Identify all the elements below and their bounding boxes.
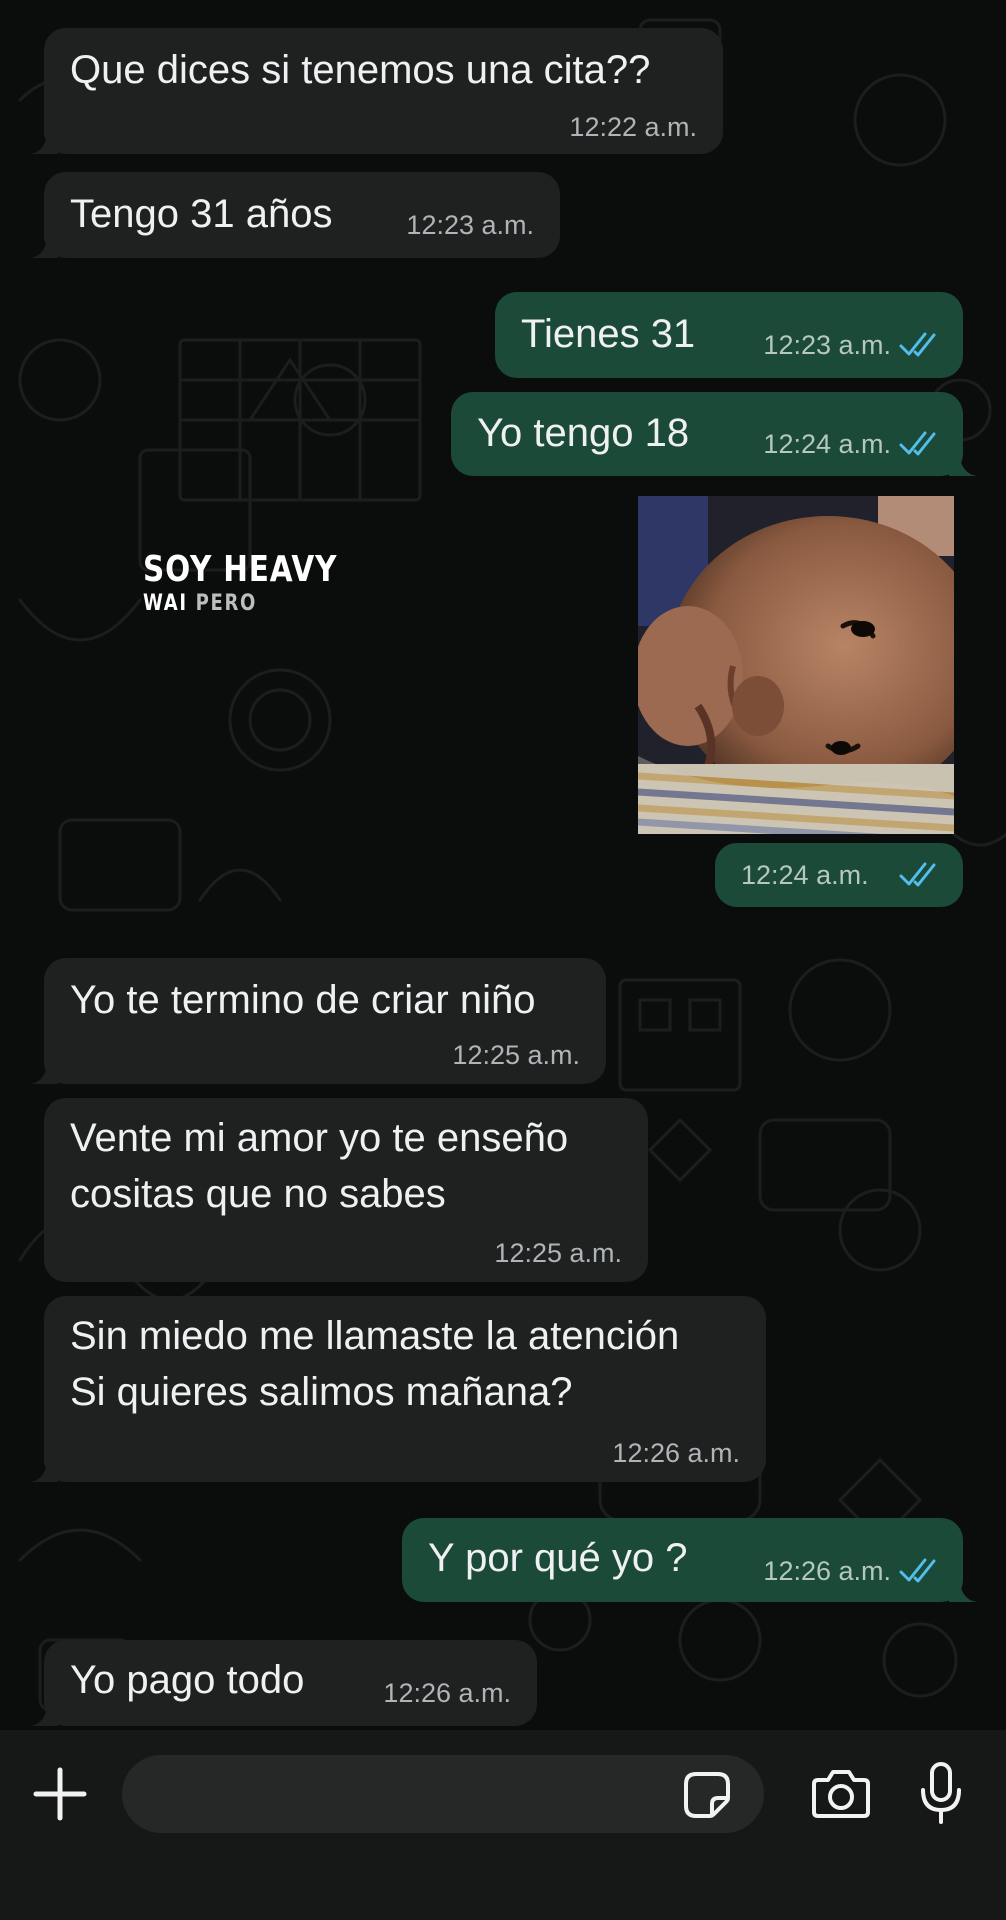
message-time: 12:26 a.m. — [383, 1678, 511, 1708]
message-bubble-outgoing[interactable]: Y por qué yo ? 12:26 a.m. — [402, 1518, 977, 1602]
message-bubble-outgoing[interactable]: Tienes 31 12:23 a.m. — [495, 292, 963, 378]
sticker-icon[interactable] — [682, 1770, 732, 1820]
plus-icon[interactable] — [30, 1764, 90, 1824]
message-time: 12:24 a.m. — [763, 429, 891, 459]
message-bubble-incoming[interactable]: Tengo 31 años 12:23 a.m. — [30, 172, 560, 258]
message-bubble-incoming[interactable]: Que dices si tenemos una cita?? 12:22 a.… — [30, 28, 723, 154]
message-text-line-1: Sin miedo me llamaste la atención — [70, 1314, 680, 1358]
double-check-icon — [899, 332, 936, 357]
message-time: 12:22 a.m. — [569, 112, 697, 142]
double-check-icon — [899, 1558, 936, 1583]
message-time: 12:23 a.m. — [406, 210, 534, 240]
message-time: 12:26 a.m. — [763, 1556, 891, 1586]
photo-image — [638, 496, 954, 834]
message-bubble-incoming[interactable]: Yo pago todo 12:26 a.m. — [30, 1640, 537, 1726]
message-text: Tienes 31 — [521, 312, 696, 356]
message-time: 12:23 a.m. — [763, 330, 891, 360]
double-check-icon — [899, 862, 936, 887]
bubble-tail — [30, 1702, 58, 1726]
bubble-tail — [30, 130, 58, 154]
message-text: Yo te termino de criar niño — [70, 978, 536, 1022]
message-text-line-2: Si quieres salimos mañana? — [70, 1370, 573, 1414]
bubble-tail — [30, 1458, 58, 1482]
message-text: Que dices si tenemos una cita?? — [70, 48, 651, 92]
shared-photo[interactable] — [638, 496, 954, 834]
camera-icon[interactable] — [810, 1766, 872, 1822]
microphone-icon[interactable] — [918, 1760, 964, 1826]
message-time: 12:26 a.m. — [612, 1438, 740, 1468]
message-text-line-2: cositas que no sabes — [70, 1172, 446, 1216]
message-bubble-outgoing[interactable]: Yo tengo 18 12:24 a.m. — [451, 392, 977, 476]
message-text: Y por qué yo ? — [428, 1536, 688, 1580]
watermark-title: SOY HEAVY — [143, 549, 338, 590]
message-bubble-incoming[interactable]: Yo te termino de criar niño 12:25 a.m. — [30, 958, 606, 1084]
watermark-logo: SOY HEAVY WAI PERO — [143, 550, 380, 618]
message-bubble-incoming[interactable]: Sin miedo me llamaste la atención Si qui… — [30, 1296, 766, 1482]
bubble-tail — [949, 452, 977, 476]
bubble-tail — [949, 1578, 977, 1602]
message-bubble-incoming[interactable]: Vente mi amor yo te enseño cositas que n… — [44, 1098, 648, 1282]
message-text: Tengo 31 años — [70, 192, 333, 236]
message-text: Yo pago todo — [70, 1658, 305, 1702]
message-text-line-1: Vente mi amor yo te enseño — [70, 1116, 569, 1160]
bubble-tail — [30, 234, 58, 258]
photo-caption-bubble[interactable]: 12:24 a.m. — [715, 843, 963, 907]
watermark-subtitle: WAI PERO — [143, 591, 257, 616]
message-text: Yo tengo 18 — [477, 411, 690, 455]
double-check-icon — [899, 431, 936, 456]
message-time: 12:24 a.m. — [741, 860, 869, 890]
message-time: 12:25 a.m. — [452, 1040, 580, 1070]
bubble-tail — [30, 1060, 58, 1084]
message-input[interactable] — [122, 1755, 764, 1833]
message-time: 12:25 a.m. — [494, 1238, 622, 1268]
chat-background: Que dices si tenemos una cita?? 12:22 a.… — [0, 0, 1006, 1730]
